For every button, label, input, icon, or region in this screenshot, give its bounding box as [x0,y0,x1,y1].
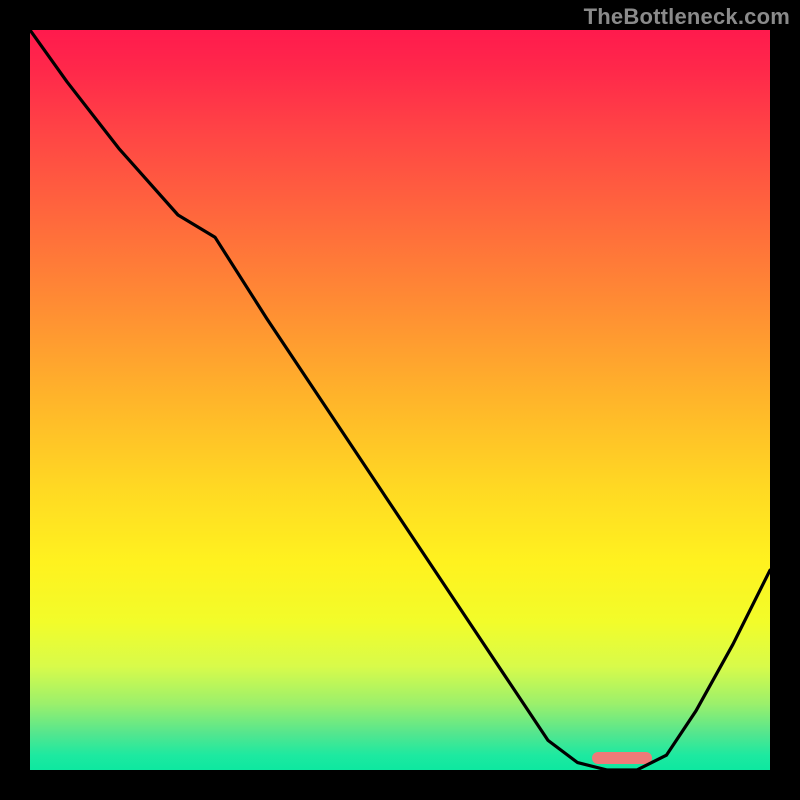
watermark: TheBottleneck.com [584,4,790,30]
bottleneck-curve [30,30,770,770]
curve-path [30,30,770,770]
optimum-marker [592,752,651,764]
plot-area [30,30,770,770]
chart-frame: TheBottleneck.com [0,0,800,800]
